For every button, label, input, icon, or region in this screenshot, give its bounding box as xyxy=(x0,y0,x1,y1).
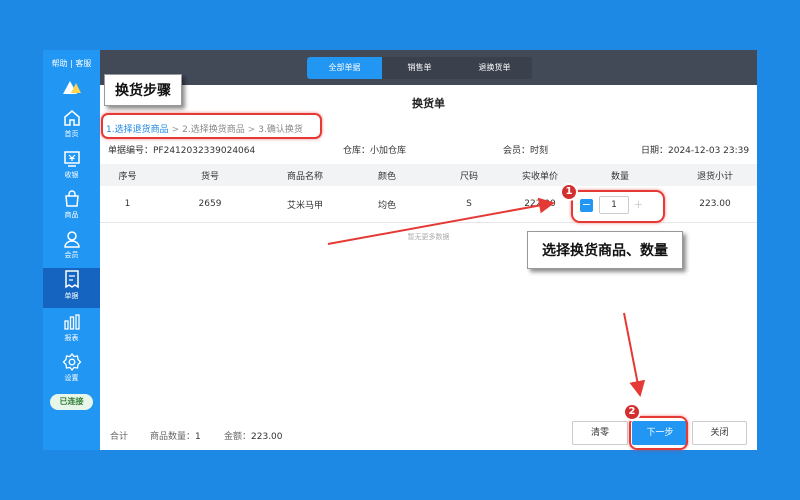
quantity-highlight-ring xyxy=(571,190,665,223)
step-badge-2: 2 xyxy=(623,403,641,421)
annotation-arrow-to-quantity xyxy=(327,197,555,245)
steps-highlight-ring xyxy=(101,113,322,139)
select-product-annotation-callout: 选择换货商品、数量 xyxy=(527,231,683,269)
step-badge-1: 1 xyxy=(560,183,578,201)
steps-annotation-callout: 换货步骤 xyxy=(104,74,182,106)
next-button-highlight-ring xyxy=(629,416,688,450)
annotation-arrow-to-next xyxy=(623,312,646,397)
